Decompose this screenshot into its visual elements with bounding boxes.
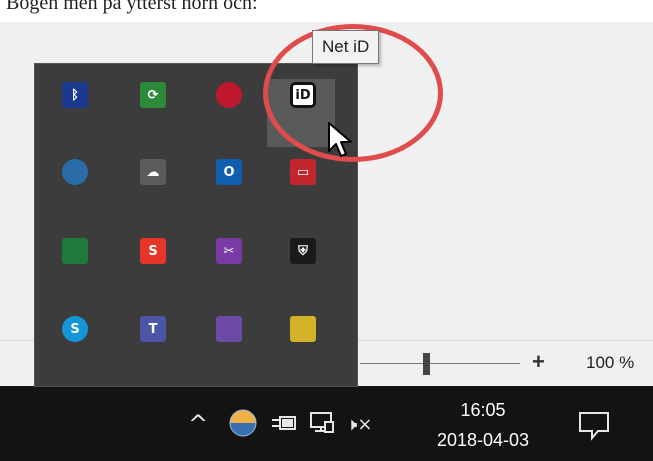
- zoom-slider-track[interactable]: [360, 363, 520, 364]
- zoom-slider-thumb[interactable]: [423, 353, 430, 375]
- bluetooth-icon[interactable]: ᛒ: [62, 82, 88, 108]
- action-center-icon[interactable]: [578, 411, 610, 441]
- zoom-in-button[interactable]: +: [532, 349, 545, 375]
- network-icon[interactable]: [309, 410, 335, 436]
- onenote-clipper-icon[interactable]: ✂: [216, 238, 242, 264]
- document-text: Bogen men på ytterst hörn och:: [6, 0, 258, 14]
- weather-icon[interactable]: [228, 408, 258, 438]
- document-text-strip: Bogen men på ytterst hörn och:: [0, 0, 653, 22]
- tooltip: Net iD: [312, 30, 380, 64]
- remote-desktop-icon[interactable]: [62, 238, 88, 264]
- red-ball-icon[interactable]: [216, 82, 242, 108]
- clock-date[interactable]: 2018-04-03: [415, 430, 551, 451]
- outlook-icon[interactable]: O: [216, 159, 242, 185]
- snagit-icon[interactable]: S: [140, 238, 166, 264]
- error-app-icon[interactable]: [216, 316, 242, 342]
- defender-shield-icon[interactable]: ⛨: [290, 238, 316, 264]
- taskbar: ^ 🕨× 16:05 2018-04-03: [0, 386, 653, 461]
- teams-icon[interactable]: T: [140, 316, 166, 342]
- mouse-cursor-icon: [328, 122, 352, 157]
- skype-icon[interactable]: S: [62, 316, 88, 342]
- oracle-icon[interactable]: ▭: [290, 159, 316, 185]
- zoom-level[interactable]: 100 %: [586, 353, 634, 373]
- security-badge-icon[interactable]: [290, 316, 316, 342]
- volume-muted-icon[interactable]: 🕨×: [346, 414, 372, 435]
- power-plug-icon[interactable]: [271, 412, 297, 434]
- sync-warning-icon[interactable]: ⟳: [140, 82, 166, 108]
- globe-sync-icon[interactable]: [62, 159, 88, 185]
- clock-time[interactable]: 16:05: [438, 400, 528, 421]
- show-hidden-icons-chevron-icon[interactable]: ^: [188, 410, 208, 438]
- onedrive-icon[interactable]: ☁: [140, 159, 166, 185]
